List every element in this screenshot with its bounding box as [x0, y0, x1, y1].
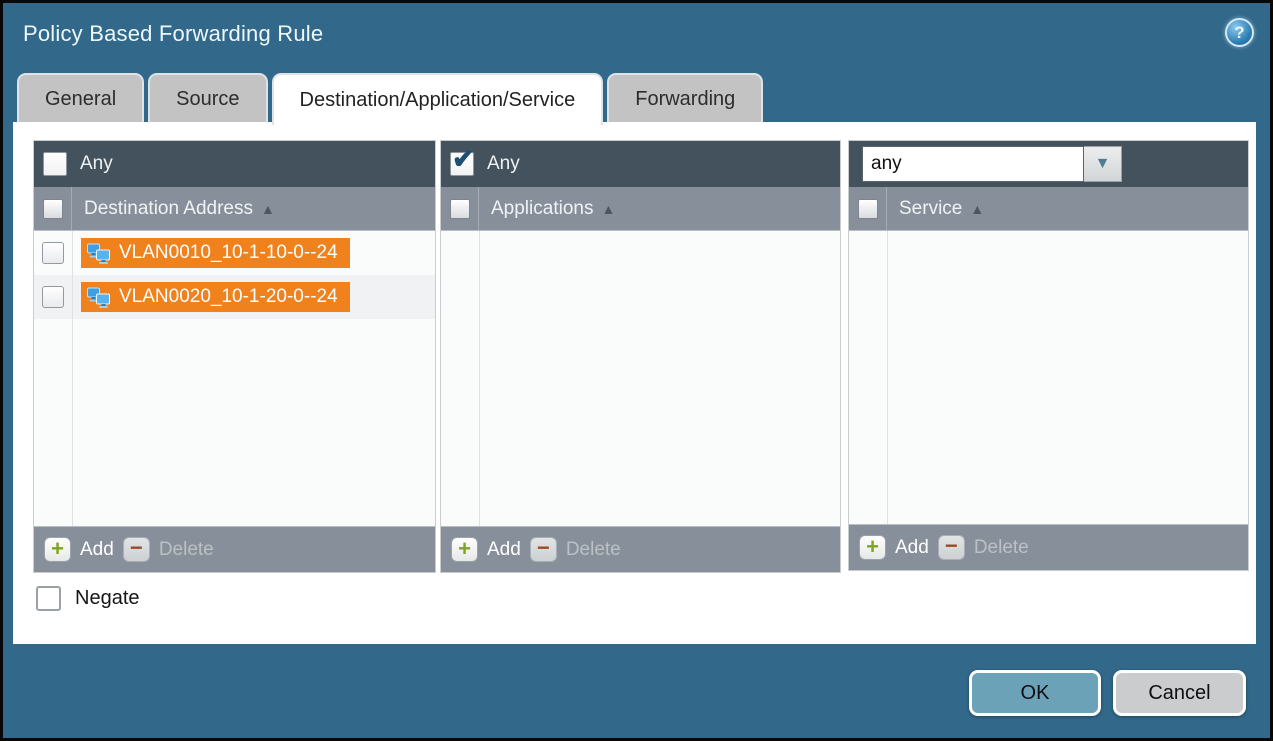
row-checkbox[interactable]	[42, 286, 64, 308]
applications-add-button[interactable]: Add	[487, 539, 521, 561]
delete-icon[interactable]: −	[123, 537, 150, 562]
delete-icon[interactable]: −	[530, 537, 557, 562]
address-object-label: VLAN0010_10-1-10-0--24	[119, 242, 338, 264]
destination-address-panel: Any Destination Address ▲	[33, 140, 436, 573]
destination-add-button[interactable]: Add	[80, 539, 114, 561]
service-delete-button[interactable]: Delete	[974, 537, 1029, 559]
minus-glyph: −	[130, 537, 143, 559]
delete-icon[interactable]: −	[938, 535, 965, 560]
tab-destination-application-service[interactable]: Destination/Application/Service	[272, 73, 604, 125]
destination-column-label[interactable]: Destination Address	[84, 198, 253, 220]
sort-ascending-icon[interactable]: ▲	[261, 201, 275, 217]
applications-column-label[interactable]: Applications	[491, 198, 593, 220]
destination-list: VLAN0010_10-1-10-0--24	[34, 231, 435, 526]
minus-glyph: −	[537, 537, 550, 559]
service-selectall-checkbox[interactable]	[858, 199, 878, 219]
destination-any-bar: Any	[34, 141, 435, 187]
dialog-title: Policy Based Forwarding Rule	[23, 21, 323, 47]
tab-bar: General Source Destination/Application/S…	[17, 73, 763, 123]
table-row: VLAN0020_10-1-20-0--24	[34, 275, 435, 319]
applications-selectall-checkbox[interactable]	[450, 199, 470, 219]
column-divider	[72, 231, 73, 526]
applications-footer: + Add − Delete	[441, 526, 840, 572]
negate-checkbox[interactable]	[36, 586, 61, 611]
policy-based-forwarding-dialog: Policy Based Forwarding Rule ? General S…	[0, 0, 1273, 741]
checkmark-icon: ✔	[452, 144, 475, 175]
tab-forwarding[interactable]: Forwarding	[607, 73, 763, 123]
add-icon[interactable]: +	[859, 535, 886, 560]
service-selectall-cell	[849, 187, 887, 230]
destination-delete-button[interactable]: Delete	[159, 539, 214, 561]
negate-option: Negate	[36, 586, 140, 611]
plus-glyph: +	[51, 538, 64, 560]
applications-any-checkbox[interactable]: ✔	[450, 152, 474, 176]
destination-address-item[interactable]: VLAN0020_10-1-20-0--24	[81, 282, 350, 312]
tab-content: Any Destination Address ▲	[13, 122, 1256, 644]
add-icon[interactable]: +	[44, 537, 71, 562]
service-dropdown-value[interactable]: any	[862, 146, 1084, 182]
column-divider	[887, 231, 888, 524]
applications-delete-button[interactable]: Delete	[566, 539, 621, 561]
applications-panel: ✔ Any Applications ▲ + Add − Delete	[440, 140, 841, 573]
destination-selectall-checkbox[interactable]	[43, 199, 63, 219]
ok-button[interactable]: OK	[969, 670, 1101, 716]
row-checkbox[interactable]	[42, 242, 64, 264]
service-footer: + Add − Delete	[849, 524, 1248, 570]
sort-ascending-icon[interactable]: ▲	[970, 201, 984, 217]
tab-general[interactable]: General	[17, 73, 144, 123]
sort-ascending-icon[interactable]: ▲	[601, 201, 615, 217]
applications-any-label: Any	[487, 153, 520, 175]
applications-list	[441, 231, 840, 526]
dropdown-button[interactable]: ▼	[1084, 146, 1122, 182]
row-checkbox-cell	[34, 242, 72, 264]
applications-selectall-cell	[441, 187, 479, 230]
address-object-label: VLAN0020_10-1-20-0--24	[119, 286, 338, 308]
column-divider	[479, 231, 480, 526]
applications-column-header: Applications ▲	[441, 187, 840, 231]
service-column-label[interactable]: Service	[899, 198, 962, 220]
service-list	[849, 231, 1248, 524]
row-checkbox-cell	[34, 286, 72, 308]
destination-footer: + Add − Delete	[34, 526, 435, 572]
add-icon[interactable]: +	[451, 537, 478, 562]
chevron-down-icon: ▼	[1095, 155, 1111, 173]
tab-source[interactable]: Source	[148, 73, 267, 123]
applications-any-bar: ✔ Any	[441, 141, 840, 187]
service-dropdown-bar: any ▼	[849, 141, 1248, 187]
plus-glyph: +	[866, 536, 879, 558]
destination-selectall-cell	[34, 187, 72, 230]
cancel-button[interactable]: Cancel	[1113, 670, 1246, 716]
destination-column-header: Destination Address ▲	[34, 187, 435, 231]
help-icon[interactable]: ?	[1225, 18, 1254, 47]
service-column-header: Service ▲	[849, 187, 1248, 231]
table-row: VLAN0010_10-1-10-0--24	[34, 231, 435, 275]
minus-glyph: −	[945, 535, 958, 557]
destination-any-label: Any	[80, 153, 113, 175]
destination-any-checkbox[interactable]	[43, 152, 67, 176]
destination-address-item[interactable]: VLAN0010_10-1-10-0--24	[81, 238, 350, 268]
negate-label: Negate	[75, 587, 140, 610]
service-panel: any ▼ Service ▲ + Add − Delet	[848, 140, 1249, 571]
address-object-icon	[86, 287, 111, 308]
service-add-button[interactable]: Add	[895, 537, 929, 559]
plus-glyph: +	[458, 538, 471, 560]
service-dropdown[interactable]: any ▼	[862, 146, 1122, 182]
address-object-icon	[86, 243, 111, 264]
